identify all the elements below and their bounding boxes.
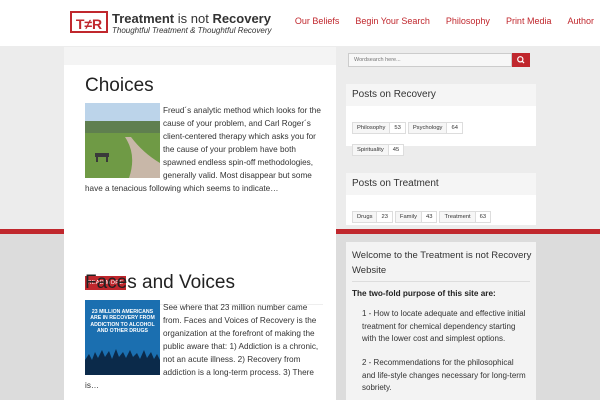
welcome-title: Welcome to the Treatment is not Recovery… [352,250,532,276]
tag-family[interactable]: Family 43 [394,211,438,223]
float-spacer [85,301,163,376]
tag-label: Family [395,212,421,222]
tag-label: Spirituality [353,145,388,155]
tag-count: 64 [446,123,462,133]
main-nav: Our Beliefs Begin Your Search Philosophy… [295,16,594,26]
site-title-part-3: Recovery [212,11,271,26]
recovery-widget-title: Posts on Recovery [346,84,536,106]
treatment-widget-title: Posts on Treatment [346,173,536,195]
site-title[interactable]: Treatment is not Recovery [112,11,271,26]
treatment-tag-list: Drugs 23 Family 43 Treatment 63 [352,205,537,227]
nav-our-beliefs[interactable]: Our Beliefs [295,16,340,26]
welcome-item-2: 2 - Recommendations for the philosophica… [362,358,526,392]
float-spacer [85,104,163,179]
tag-label: Psychology [408,123,447,133]
welcome-widget: Welcome to the Treatment is not Recovery… [346,242,536,400]
nav-author[interactable]: Author [567,16,594,26]
tag-count: 43 [421,212,437,222]
welcome-divider [352,281,530,282]
tag-spirituality[interactable]: Spirituality 45 [352,144,405,156]
nav-philosophy[interactable]: Philosophy [446,16,490,26]
site-title-part-2: is not [174,11,213,26]
post-list: Choices Freud´s analytic method which lo… [64,47,336,400]
nav-print-media[interactable]: Print Media [506,16,552,26]
site-tagline: Thoughtful Treatment & Thoughtful Recove… [112,26,272,35]
nav-begin-your-search[interactable]: Begin Your Search [355,16,430,26]
tag-count: 45 [387,145,404,155]
tag-treatment[interactable]: Treatment 63 [439,211,492,223]
site-header: T≠R Treatment is not Recovery Thoughtful… [0,0,600,46]
tag-label: Treatment [440,212,475,222]
tag-drugs[interactable]: Drugs 23 [352,211,393,223]
tag-count: 23 [376,212,392,222]
welcome-purpose: The two-fold purpose of this site are: [352,289,496,298]
welcome-item-1: 1 - How to locate adequate and effective… [362,309,526,343]
post-title-faces-and-voices[interactable]: Faces and Voices [85,272,235,294]
search-button[interactable] [512,53,530,67]
tag-psychology[interactable]: Psychology 64 [407,122,463,134]
logo-mark[interactable]: T≠R [70,11,108,33]
treatment-widget: Posts on Treatment Drugs 23 Family 43 Treatm… [346,173,536,225]
tag-count: 63 [474,212,491,222]
tag-label: Drugs [353,212,377,222]
tag-label: Philosophy [353,123,390,133]
site-title-part-1: Treatment [112,11,175,26]
search-input[interactable] [348,53,512,67]
tag-count: 53 [389,123,405,133]
tag-philosophy[interactable]: Philosophy 53 [352,122,406,134]
post-list-header [64,47,336,65]
post-title-choices[interactable]: Choices [85,75,154,97]
search-icon [517,56,525,64]
post-excerpt-choices: Freud´s analytic method which looks for … [85,104,323,195]
post-excerpt-faces-and-voices: See where that 23 million number came fr… [85,301,323,392]
recovery-tag-list: Philosophy 53 Psychology 64 Spirituality 45 [352,116,492,160]
recovery-widget: Posts on Recovery Philosophy 53 Psychology… [346,84,536,156]
